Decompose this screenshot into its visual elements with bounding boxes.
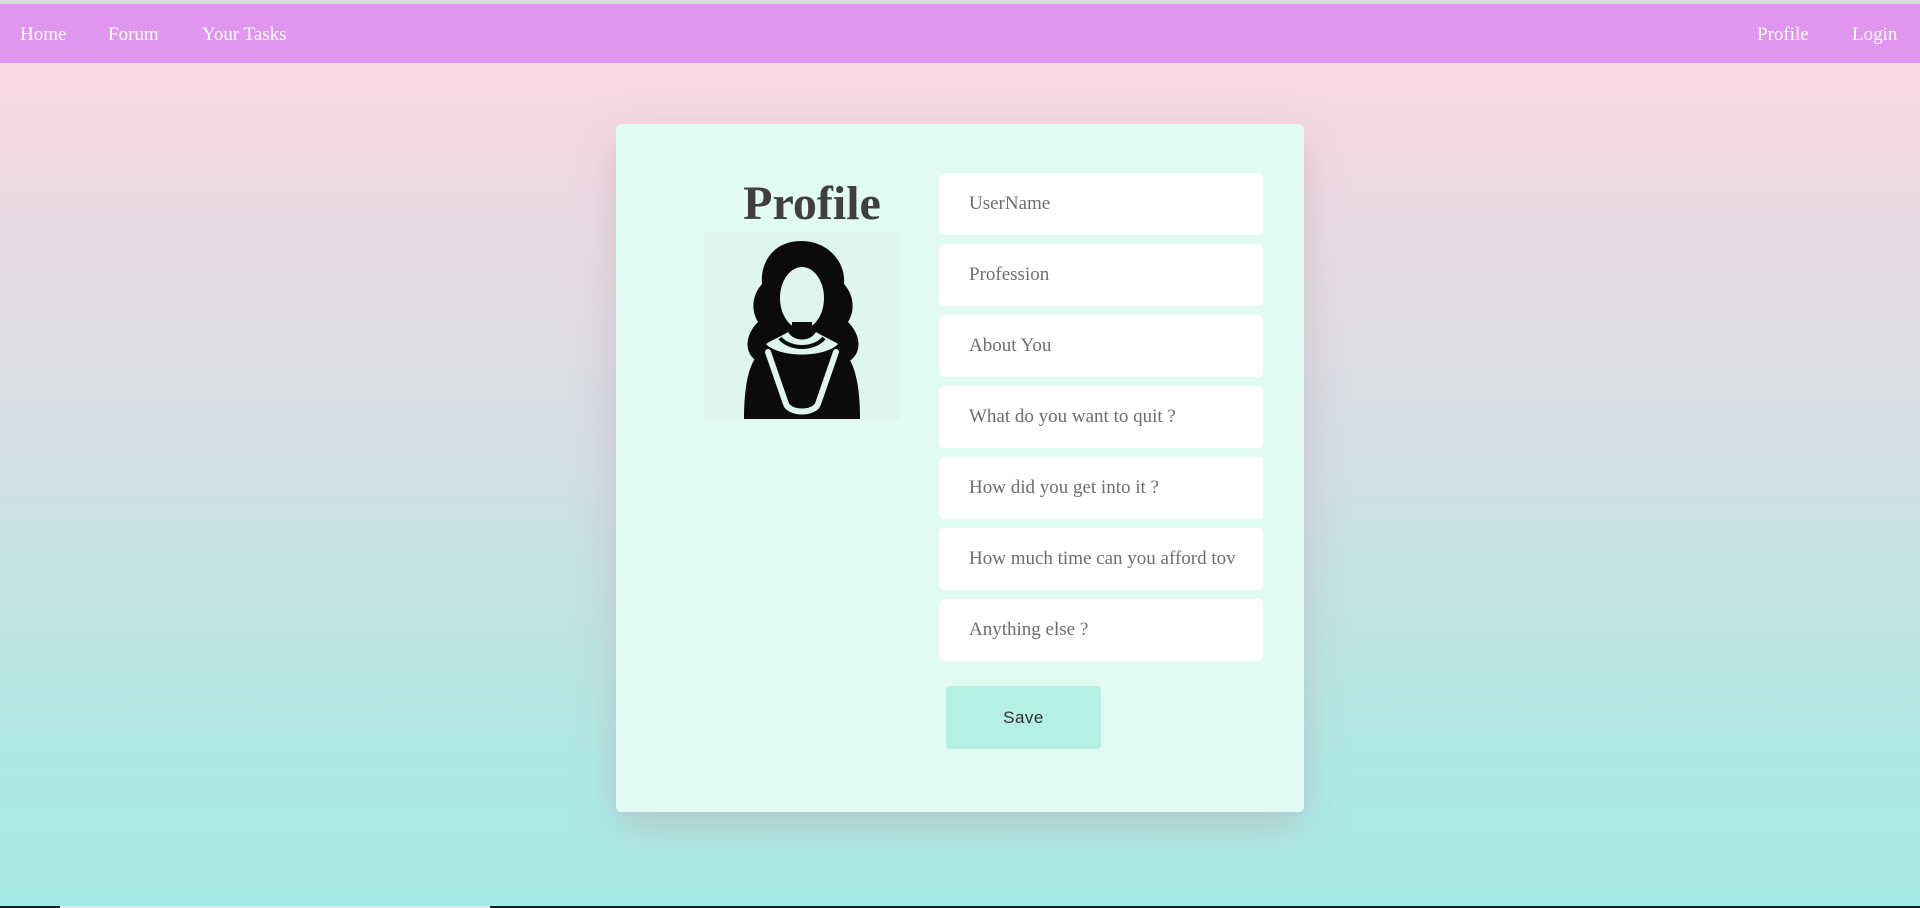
profile-title: Profile xyxy=(743,177,881,230)
navbar: Home Forum Your Tasks Profile Login xyxy=(0,4,1920,63)
username-field[interactable] xyxy=(939,173,1263,235)
avatar xyxy=(704,232,900,420)
time-afford-field[interactable] xyxy=(939,528,1263,590)
nav-forum-link[interactable]: Forum xyxy=(108,24,159,46)
nav-your-tasks-link[interactable]: Your Tasks xyxy=(202,24,287,46)
nav-login-link[interactable]: Login xyxy=(1852,24,1897,46)
profession-field[interactable] xyxy=(939,244,1263,306)
woman-avatar-icon xyxy=(744,241,860,419)
nav-profile-link[interactable]: Profile xyxy=(1757,24,1809,46)
what-to-quit-field[interactable] xyxy=(939,386,1263,448)
how-got-into-it-field[interactable] xyxy=(939,457,1263,519)
anything-else-field[interactable] xyxy=(939,599,1263,661)
nav-home-link[interactable]: Home xyxy=(20,24,66,46)
about-you-field[interactable] xyxy=(939,315,1263,377)
save-button[interactable]: Save xyxy=(946,686,1101,749)
profile-card: Profile Save xyxy=(616,124,1304,812)
